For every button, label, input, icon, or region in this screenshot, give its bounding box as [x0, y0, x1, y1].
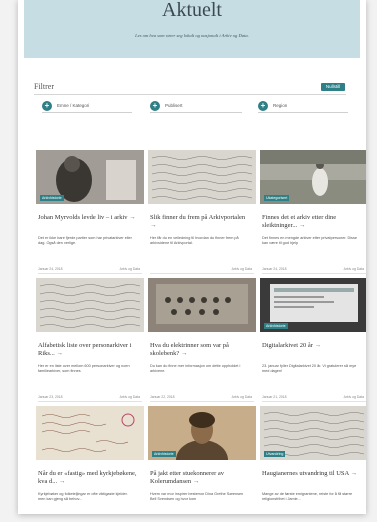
article-title[interactable]: På jakt etter stuekonnerer av Kolerumdan… — [150, 470, 250, 485]
article-card[interactable]: Arkivhistorie På jakt etter stuekonnerer … — [148, 406, 256, 514]
article-card[interactable]: Arkivhistorie Digitalarkivet 20 år → 23. j… — [260, 278, 366, 404]
hero-banner: Aktuelt Les om hva som rører seg lokalt … — [24, 0, 360, 58]
plus-icon: + — [150, 100, 160, 111]
filter-divider — [34, 94, 346, 95]
article-author: Arkiv og Data — [231, 267, 252, 271]
article-date: Januar 24, 2018 — [262, 267, 287, 271]
article-thumbnail[interactable]: Ukategorisert — [260, 150, 366, 204]
filter-title: Filtrer — [34, 82, 54, 91]
article-title[interactable]: Finnes det et arkiv etter dine sleiktnin… — [262, 214, 362, 229]
article-thumbnail[interactable] — [148, 278, 256, 332]
category-badge: Arkivhistorie — [152, 451, 176, 457]
filter-region[interactable]: + Region — [258, 99, 348, 113]
article-thumbnail[interactable]: Arkivhistorie — [148, 406, 256, 460]
filter-published[interactable]: + Publisert — [150, 99, 242, 113]
article-card[interactable]: Ukategorisert Finnes det et arkiv etter d… — [260, 150, 366, 276]
arrow-right-icon: → — [150, 221, 157, 229]
article-thumbnail[interactable] — [36, 278, 144, 332]
article-excerpt: 23. januar fyller Digitalarkivet 20 år. … — [262, 364, 357, 373]
filter-category[interactable]: + Emne / Kategori — [42, 99, 132, 113]
article-title[interactable]: Alfabetisk liste over personarkiver i Ri… — [38, 342, 138, 357]
page: Aktuelt Les om hva som rører seg lokalt … — [18, 0, 366, 514]
article-thumbnail[interactable]: Arkivhistorie — [260, 278, 366, 332]
plus-icon: + — [42, 100, 52, 111]
article-card[interactable]: Alfabetisk liste over personarkiver i Ri… — [36, 278, 144, 404]
page-title: Aktuelt — [162, 0, 222, 21]
article-card[interactable]: Utvandring Haugianernes utvandring til US… — [260, 406, 366, 514]
article-excerpt: Kyrkjebøker og folketeljingar er ofte vi… — [38, 492, 128, 501]
arrow-right-icon: → — [58, 477, 66, 485]
card-divider — [150, 401, 254, 402]
category-badge: Utvandring — [264, 451, 286, 457]
article-thumbnail[interactable] — [148, 150, 256, 204]
arrow-right-icon: → — [56, 349, 63, 357]
arrow-right-icon: → — [350, 470, 357, 477]
category-badge: Arkivhistorie — [40, 195, 64, 201]
article-author: Arkiv og Data — [343, 267, 364, 271]
article-card[interactable]: Når du er «fastig» med kyrkjebøkene, kva… — [36, 406, 144, 514]
card-divider — [38, 401, 142, 402]
arrow-right-icon: → — [314, 342, 322, 349]
arrow-right-icon: → — [180, 349, 188, 357]
article-excerpt: Mange av de første emigrantene, reiste f… — [262, 492, 353, 501]
card-divider — [262, 273, 366, 274]
card-divider — [38, 273, 142, 274]
article-excerpt: Det finnes en mengde arkiver etter priva… — [262, 236, 357, 245]
reset-filters-button[interactable]: Nullstill — [321, 83, 345, 91]
article-title[interactable]: Når du er «fastig» med kyrkjebøkene, kva… — [38, 470, 138, 485]
card-divider — [150, 273, 254, 274]
article-date: Januar 24, 2018 — [38, 267, 63, 271]
article-card[interactable]: Arkivhistorie Johan Myrvolds levde liv – … — [36, 150, 144, 276]
article-author: Arkiv og Data — [119, 395, 140, 399]
arrow-right-icon: → — [298, 221, 306, 229]
page-subtitle: Les om hva som rører seg lokalt og nasjo… — [135, 33, 249, 38]
article-title[interactable]: Haugianernes utvandring til USA → — [262, 470, 362, 478]
article-excerpt: Det er ikke bare fjerde partier som har … — [38, 236, 132, 245]
article-card[interactable]: Hva du elektrinner som var på skolebenk?… — [148, 278, 256, 404]
article-title[interactable]: Slik finner du frem på Arkivportalen → — [150, 214, 250, 229]
arrow-right-icon: → — [129, 214, 136, 221]
plus-icon: + — [258, 100, 268, 111]
category-badge: Ukategorisert — [264, 195, 290, 201]
article-title[interactable]: Hva du elektrinner som var på skolebenk?… — [150, 342, 250, 357]
article-excerpt: Her er en liste over mellom 600 personar… — [38, 364, 130, 373]
article-author: Arkiv og Data — [231, 395, 252, 399]
article-date: Januar 21, 2018 — [262, 395, 287, 399]
article-excerpt: Hvem var mor inspirer bestemor Dina Gret… — [150, 492, 244, 501]
article-title[interactable]: Digitalarkivet 20 år → — [262, 342, 362, 350]
article-excerpt: Du kan du finne mer informasjon om dette… — [150, 364, 241, 373]
filter-category-label: Emne / Kategori — [57, 103, 90, 108]
article-thumbnail[interactable] — [36, 406, 144, 460]
card-divider — [262, 401, 366, 402]
article-date: Januar 22, 2018 — [150, 395, 175, 399]
filter-region-label: Region — [273, 103, 288, 108]
article-thumbnail[interactable]: Arkivhistorie — [36, 150, 144, 204]
category-badge: Arkivhistorie — [264, 323, 288, 329]
article-thumbnail[interactable]: Utvandring — [260, 406, 366, 460]
filter-published-label: Publisert — [165, 103, 183, 108]
article-title[interactable]: Johan Myrvolds levde liv – i arkiv → — [38, 214, 138, 222]
article-author: Arkiv og Data — [119, 267, 140, 271]
article-excerpt: Her får du en veiledning til hvordan du … — [150, 236, 239, 245]
arrow-right-icon: → — [192, 477, 200, 485]
article-card[interactable]: Slik finner du frem på Arkivportalen → He… — [148, 150, 256, 276]
article-date: Januar 23, 2018 — [38, 395, 63, 399]
article-author: Arkiv og Data — [343, 395, 364, 399]
